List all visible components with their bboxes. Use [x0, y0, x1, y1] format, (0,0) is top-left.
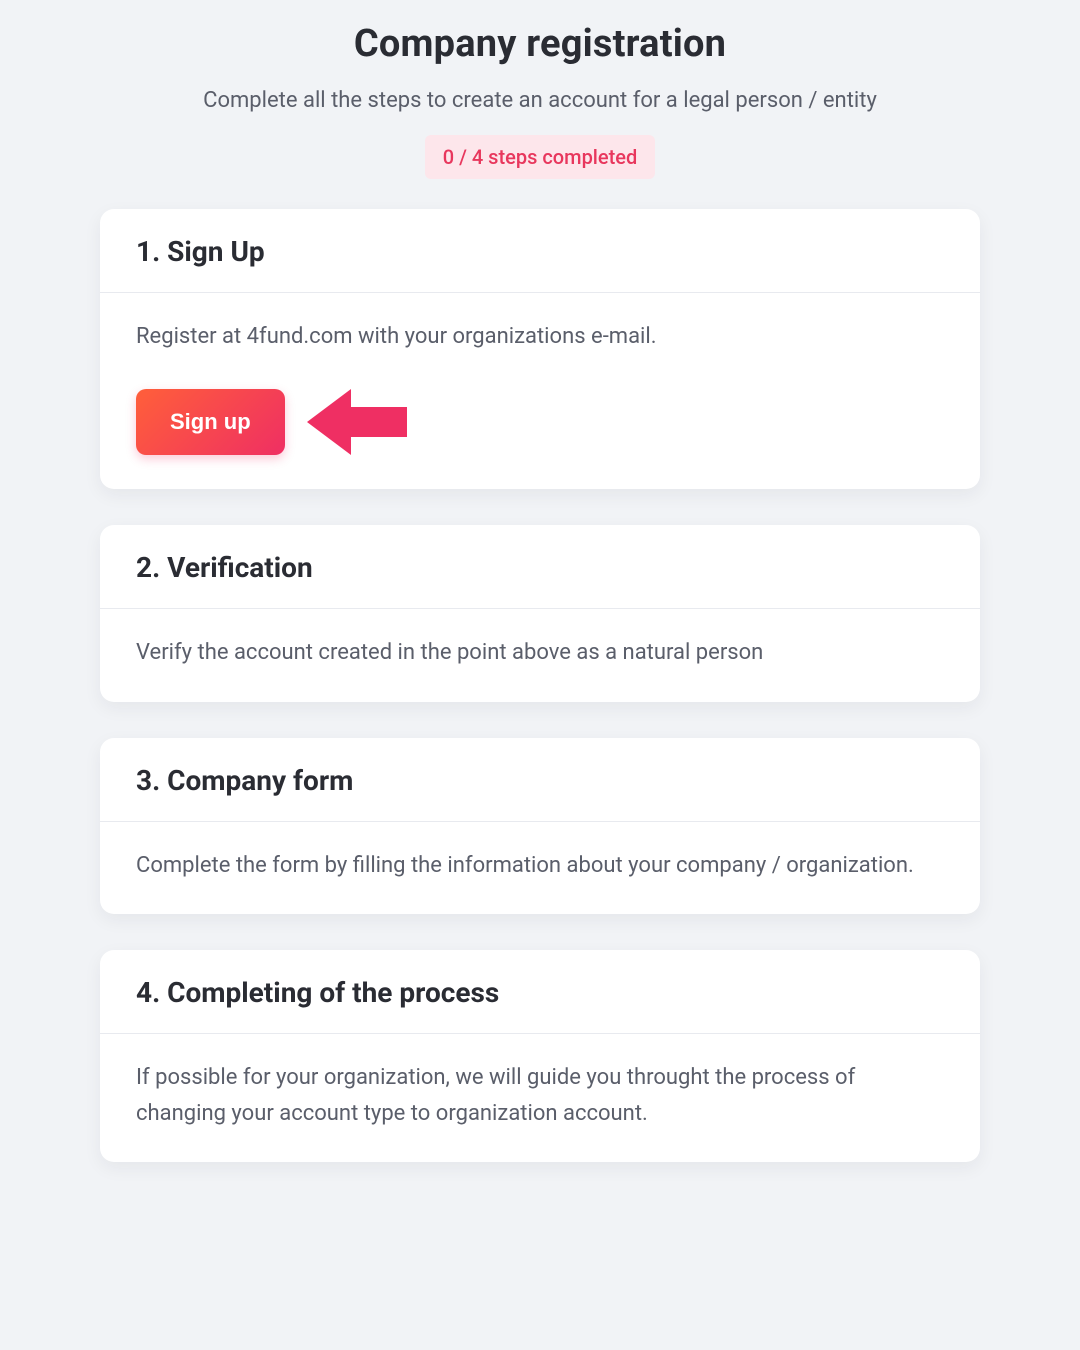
step-card-company-form: 3. Company form Complete the form by fil…	[100, 738, 980, 914]
page-header: Company registration Complete all the st…	[40, 22, 1040, 179]
step-text: Verify the account created in the point …	[136, 635, 944, 671]
step-title: 1. Sign Up	[136, 235, 944, 268]
step-body: Verify the account created in the point …	[100, 609, 980, 701]
step-card-verification: 2. Verification Verify the account creat…	[100, 525, 980, 701]
step-text: If possible for your organization, we wi…	[136, 1060, 944, 1133]
step-card-completing: 4. Completing of the process If possible…	[100, 950, 980, 1163]
step-body: If possible for your organization, we wi…	[100, 1034, 980, 1163]
arrow-left-icon	[307, 385, 407, 459]
step-header: 3. Company form	[100, 738, 980, 822]
step-header: 2. Verification	[100, 525, 980, 609]
step-text: Register at 4fund.com with your organiza…	[136, 319, 944, 355]
signup-row: Sign up	[136, 385, 944, 459]
step-title: 4. Completing of the process	[136, 976, 944, 1009]
step-header: 4. Completing of the process	[100, 950, 980, 1034]
step-header: 1. Sign Up	[100, 209, 980, 293]
step-card-signup: 1. Sign Up Register at 4fund.com with yo…	[100, 209, 980, 489]
progress-badge: 0 / 4 steps completed	[425, 135, 656, 179]
step-body: Complete the form by filling the informa…	[100, 822, 980, 914]
step-title: 3. Company form	[136, 764, 944, 797]
page-title: Company registration	[40, 22, 1040, 66]
signup-button[interactable]: Sign up	[136, 389, 285, 455]
step-title: 2. Verification	[136, 551, 944, 584]
step-body: Register at 4fund.com with your organiza…	[100, 293, 980, 489]
page-subtitle: Complete all the steps to create an acco…	[40, 88, 1040, 113]
step-text: Complete the form by filling the informa…	[136, 848, 944, 884]
company-registration-page: Company registration Complete all the st…	[0, 0, 1080, 1162]
